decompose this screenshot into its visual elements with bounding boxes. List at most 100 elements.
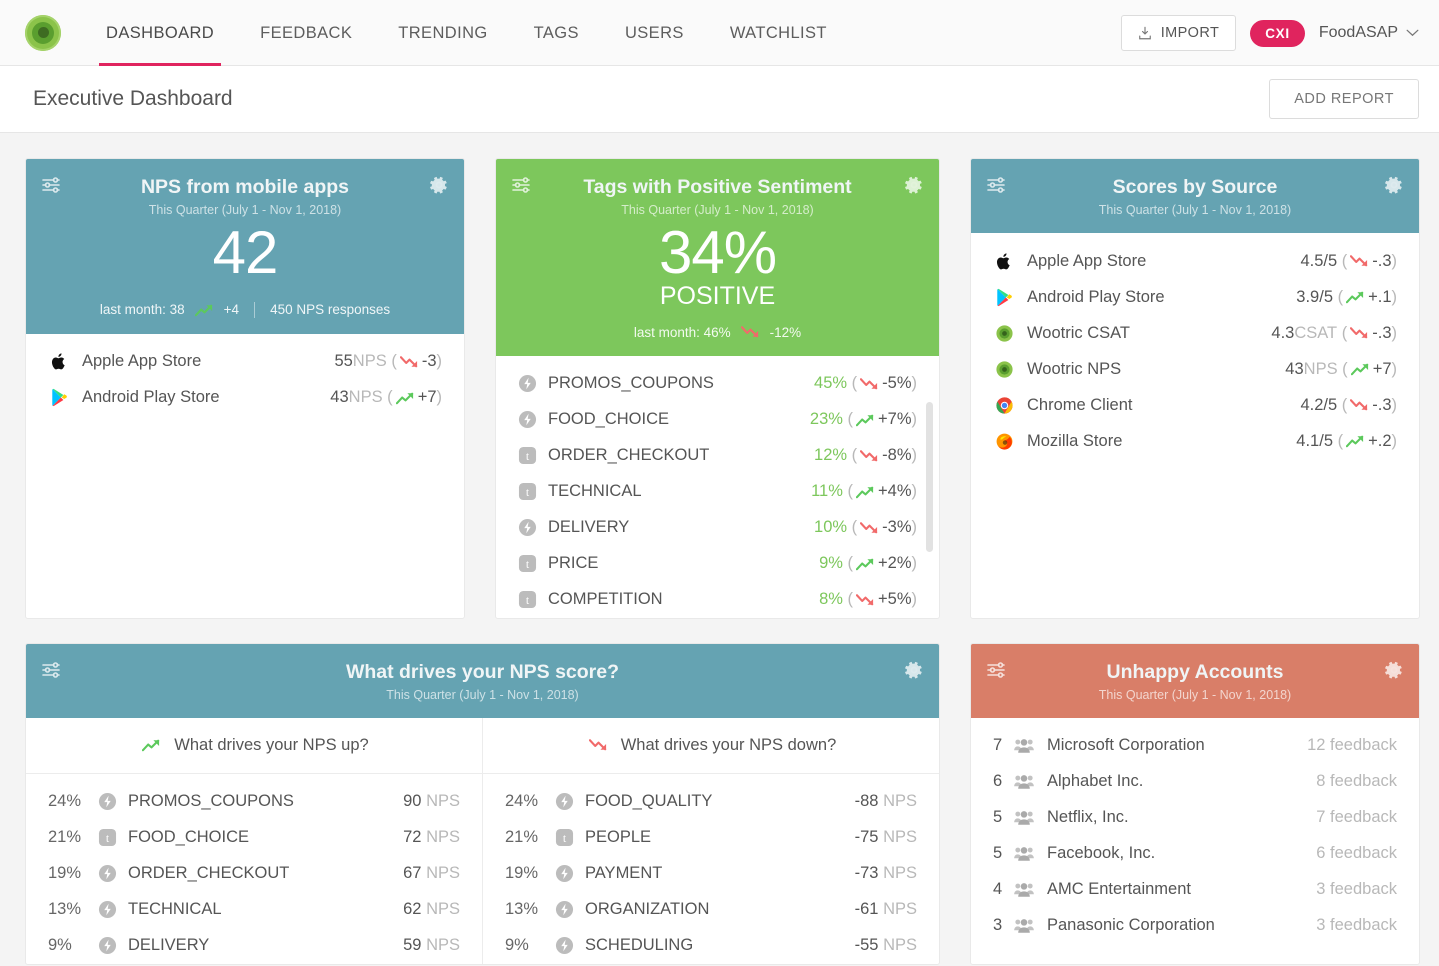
list-item[interactable]: 5Netflix, Inc.7 feedback — [971, 800, 1419, 836]
account-count: 3 — [993, 916, 1013, 935]
bolt-tag-icon — [98, 900, 117, 919]
list-item[interactable]: Apple App Store55 NPS (-3) — [26, 344, 464, 380]
account-name: Netflix, Inc. — [1047, 808, 1316, 827]
driver-score: 62 NPS — [403, 900, 460, 919]
list-item[interactable]: 19%ORDER_CHECKOUT67 NPS — [26, 856, 482, 892]
divider — [254, 302, 255, 318]
list-item[interactable]: 9%DELIVERY59 NPS — [26, 928, 482, 964]
add-report-button[interactable]: ADD REPORT — [1269, 79, 1419, 119]
account-menu[interactable]: FoodASAP — [1319, 24, 1419, 42]
gear-icon[interactable] — [904, 660, 924, 680]
driver-score: 59 NPS — [403, 936, 460, 955]
drivers-down-column: What drives your NPS down? 24%FOOD_QUALI… — [483, 718, 939, 964]
value: 4.2/5 — [1300, 396, 1337, 415]
gear-icon[interactable] — [429, 175, 449, 195]
driver-percent: 21% — [48, 828, 98, 847]
list-item[interactable]: 24%FOOD_QUALITY-88 NPS — [483, 784, 939, 820]
nav-item-trending[interactable]: TRENDING — [375, 0, 510, 66]
list-item[interactable]: 4AMC Entertainment3 feedback — [971, 872, 1419, 908]
wootric-logo[interactable] — [25, 15, 61, 51]
account-name: Microsoft Corporation — [1047, 736, 1307, 755]
people-icon — [1013, 845, 1035, 862]
source-name: Apple App Store — [1027, 252, 1300, 271]
nps-score-value: 42 — [70, 221, 420, 286]
filter-settings-icon[interactable] — [41, 175, 61, 195]
unit-label: NPS — [883, 900, 917, 919]
gear-icon[interactable] — [1384, 175, 1404, 195]
source-name: Android Play Store — [82, 388, 330, 407]
list-item[interactable]: 13%ORGANIZATION-61 NPS — [483, 892, 939, 928]
list-item[interactable]: Android Play Store43 NPS (+7) — [26, 380, 464, 416]
driver-score: -61 NPS — [855, 900, 917, 919]
driver-name: DELIVERY — [128, 936, 403, 955]
delta: -5% — [882, 374, 911, 393]
nav-item-watchlist[interactable]: WATCHLIST — [707, 0, 850, 66]
list-item[interactable]: 5Facebook, Inc.6 feedback — [971, 836, 1419, 872]
import-button[interactable]: IMPORT — [1121, 15, 1237, 51]
driver-score: -55 NPS — [855, 936, 917, 955]
bolt-tag-icon — [98, 864, 117, 883]
bolt-tag-icon — [98, 792, 117, 811]
value: 3.9/5 — [1296, 288, 1333, 307]
list-item[interactable]: Wootric CSAT4.3 CSAT (-.3) — [971, 315, 1419, 351]
list-item[interactable]: tTECHNICAL11% (+4%) — [496, 474, 939, 510]
nav-item-dashboard[interactable]: DASHBOARD — [83, 0, 237, 66]
cxi-badge[interactable]: CXI — [1250, 20, 1305, 47]
source-value: 43 NPS (+7) — [330, 388, 442, 407]
top-navigation-bar: DASHBOARDFEEDBACKTRENDINGTAGSUSERSWATCHL… — [0, 0, 1439, 66]
nav-item-users[interactable]: USERS — [602, 0, 707, 66]
list-item[interactable]: tORDER_CHECKOUT12% (-8%) — [496, 438, 939, 474]
account-count: 5 — [993, 844, 1013, 863]
value: -88 — [855, 792, 879, 811]
list-item[interactable]: Chrome Client4.2/5 (-.3) — [971, 387, 1419, 423]
card-scores-by-source: Scores by Source This Quarter (July 1 - … — [970, 158, 1420, 619]
trend-up-icon — [142, 738, 161, 752]
account-count: 6 — [993, 772, 1013, 791]
unit-label: NPS — [426, 936, 460, 955]
list-item[interactable]: 21%tPEOPLE-75 NPS — [483, 820, 939, 856]
list-item[interactable]: 7Microsoft Corporation12 feedback — [971, 728, 1419, 764]
nav-item-tags[interactable]: TAGS — [511, 0, 602, 66]
nav-item-feedback[interactable]: FEEDBACK — [237, 0, 375, 66]
value: 67 — [403, 864, 421, 883]
account-count: 4 — [993, 880, 1013, 899]
value: 43 — [1285, 360, 1303, 379]
tag-name: FOOD_CHOICE — [548, 410, 810, 429]
list-item[interactable]: FOOD_CHOICE23% (+7%) — [496, 402, 939, 438]
gear-icon[interactable] — [904, 175, 924, 195]
list-item[interactable]: 9%SCHEDULING-55 NPS — [483, 928, 939, 964]
filter-settings-icon[interactable] — [511, 175, 531, 195]
unit-label: NPS — [426, 900, 460, 919]
tag-rows-scroll[interactable]: PROMOS_COUPONS45% (-5%)FOOD_CHOICE23% (+… — [496, 356, 939, 618]
bolt-tag-icon — [98, 936, 117, 955]
list-item[interactable]: 24%PROMOS_COUPONS90 NPS — [26, 784, 482, 820]
delta: +2% — [878, 554, 911, 573]
driver-name: FOOD_CHOICE — [128, 828, 403, 847]
list-item[interactable]: Wootric NPS43 NPS (+7) — [971, 351, 1419, 387]
list-item[interactable]: 13%TECHNICAL62 NPS — [26, 892, 482, 928]
list-item[interactable]: tPRICE9% (+2%) — [496, 546, 939, 582]
scrollbar-thumb[interactable] — [926, 402, 933, 552]
list-item[interactable]: Android Play Store3.9/5 (+.1) — [971, 279, 1419, 315]
list-item[interactable]: 6Alphabet Inc.8 feedback — [971, 764, 1419, 800]
account-name: Facebook, Inc. — [1047, 844, 1316, 863]
gear-icon[interactable] — [1384, 660, 1404, 680]
list-item[interactable]: Mozilla Store4.1/5 (+.2) — [971, 423, 1419, 459]
delta: +5% — [878, 590, 911, 609]
list-item[interactable]: Apple App Store4.5/5 (-.3) — [971, 243, 1419, 279]
card-subtitle: This Quarter (July 1 - Nov 1, 2018) — [1015, 688, 1375, 702]
list-item[interactable]: tCOMPETITION8% (+5%) — [496, 582, 939, 618]
list-item[interactable]: DELIVERY10% (-3%) — [496, 510, 939, 546]
list-item[interactable]: 3Panasonic Corporation3 feedback — [971, 908, 1419, 944]
trend-up-icon — [195, 303, 214, 317]
value: 62 — [403, 900, 421, 919]
list-item[interactable]: 19%PAYMENT-73 NPS — [483, 856, 939, 892]
list-item[interactable]: 21%tFOOD_CHOICE72 NPS — [26, 820, 482, 856]
wootric-logo-icon — [25, 15, 61, 51]
filter-settings-icon[interactable] — [41, 660, 61, 680]
driver-name: FOOD_QUALITY — [585, 792, 855, 811]
filter-settings-icon[interactable] — [986, 660, 1006, 680]
unit-label: NPS — [426, 792, 460, 811]
list-item[interactable]: PROMOS_COUPONS45% (-5%) — [496, 366, 939, 402]
filter-settings-icon[interactable] — [986, 175, 1006, 195]
